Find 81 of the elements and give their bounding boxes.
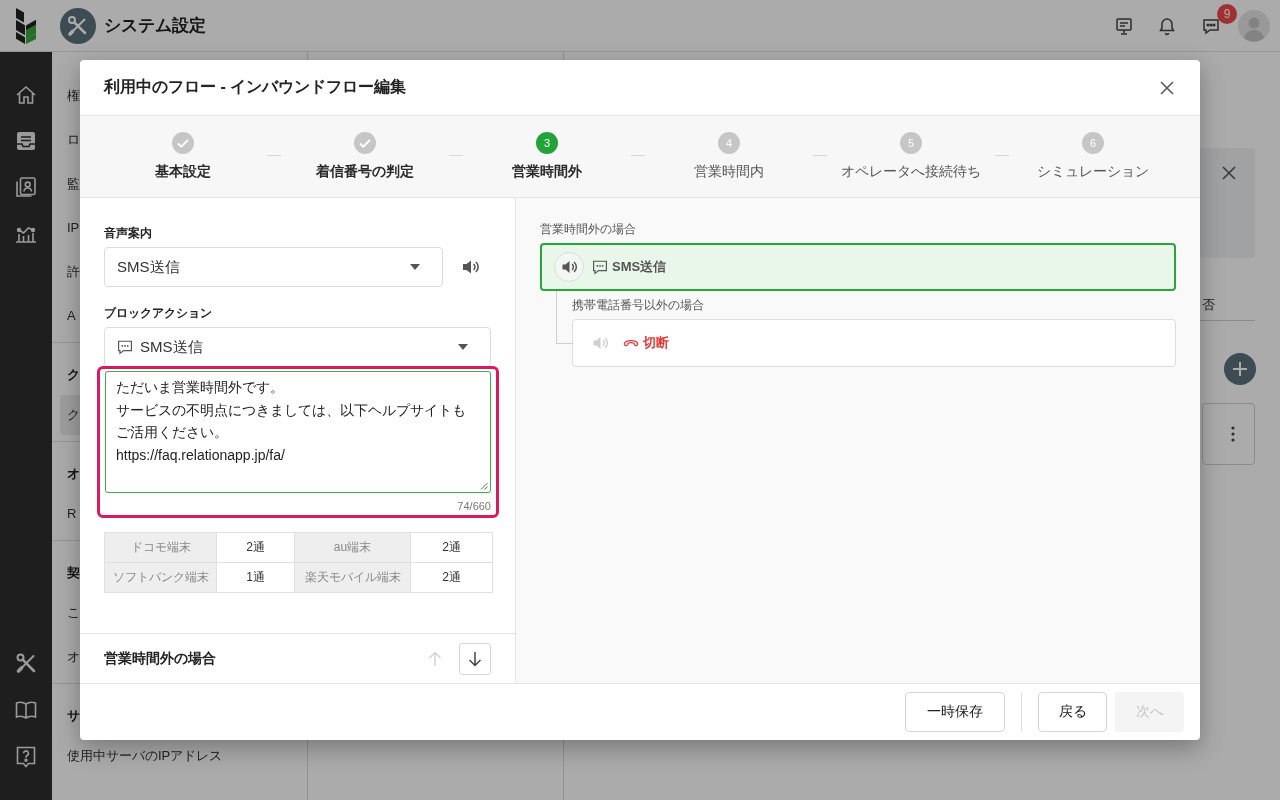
menu-item[interactable]: 使用中サーバのIPアドレス — [67, 747, 223, 765]
footer-button[interactable]: 戻る — [1038, 692, 1107, 732]
step-label: シミュレーション — [1037, 162, 1149, 181]
message-field[interactable]: ただいま営業時間外です。 サービスの不明点につきましては、以下ヘルプサイトもご活用ください。 https://faq.relationapp.jp/fa/ — [105, 371, 491, 493]
menu-item[interactable]: ク — [60, 395, 80, 435]
menu-item[interactable]: R — [67, 505, 77, 523]
section-title: 営業時間外の場合 — [104, 649, 216, 668]
close-button[interactable] — [1221, 165, 1237, 181]
node-label: SMS送信 — [612, 258, 667, 276]
tools-icon[interactable] — [14, 651, 38, 675]
menu-heading: 契 — [67, 564, 80, 582]
dialog-title: 利用中のフロー - インバウンドフロー編集 — [104, 77, 407, 97]
hang-up-icon — [623, 339, 639, 347]
branch-label: 営業時間外の場合 — [540, 221, 636, 238]
move-down-button[interactable] — [459, 642, 491, 675]
step-number: 4 — [718, 132, 740, 154]
menu-item[interactable]: 監 — [67, 175, 80, 193]
node-label: 切断 — [643, 334, 669, 352]
help-icon[interactable] — [14, 745, 38, 769]
page-title: システム設定 — [104, 15, 206, 37]
logo-icon — [14, 7, 38, 44]
menu-item[interactable]: 権 — [67, 87, 80, 105]
message-line: https://faq.relationapp.jp/fa/ — [116, 446, 285, 466]
tools-icon — [60, 7, 96, 44]
step-label: オペレータへ接続待ち — [841, 162, 981, 181]
menu-item[interactable]: オ — [67, 648, 80, 666]
menu-item[interactable]: こ — [67, 604, 80, 622]
chat-icon — [592, 259, 608, 275]
step-label: 営業時間内 — [694, 162, 764, 181]
resize-grip-icon[interactable] — [480, 482, 488, 490]
step-number: 3 — [536, 132, 558, 154]
table-cell: au端末 — [295, 533, 411, 563]
chat-icon — [117, 339, 133, 355]
caret-icon — [410, 264, 420, 270]
menu-heading: オ — [67, 465, 80, 483]
arrow-down-icon — [468, 650, 482, 667]
char-counter: 74/660 — [457, 499, 491, 514]
table-cell: 2通 — [217, 533, 295, 563]
menu-item[interactable]: ロ — [67, 131, 80, 149]
close-button[interactable] — [1160, 80, 1174, 95]
branch-label: 携帯電話番号以外の場合 — [572, 297, 704, 314]
table-cell: 2通 — [411, 533, 493, 563]
book-icon[interactable] — [14, 698, 38, 722]
menu-item[interactable]: 許 — [67, 263, 80, 281]
table-cell: 1通 — [217, 563, 295, 593]
action-select[interactable]: SMS送信 — [104, 327, 491, 367]
inbox-icon[interactable] — [14, 129, 38, 153]
field-label: ブロックアクション — [104, 305, 212, 322]
close-icon — [1160, 80, 1174, 95]
message-line: ただいま営業時間外です。 — [116, 378, 284, 397]
step-label: 営業時間外 — [512, 162, 582, 181]
table-cell: 楽天モバイル端末 — [295, 563, 411, 593]
flow-node[interactable]: 切断 — [572, 319, 1176, 367]
voice-select[interactable]: SMS送信 — [104, 247, 443, 287]
flow-node[interactable]: SMS送信 — [540, 243, 1176, 291]
menu-item[interactable]: A — [67, 307, 76, 325]
field-label: 音声案内 — [104, 225, 152, 242]
contacts-icon[interactable] — [14, 175, 38, 199]
speaker-icon — [554, 252, 584, 282]
menu-heading: サ — [67, 707, 80, 725]
play-button[interactable] — [462, 259, 480, 275]
kebab-menu-icon[interactable] — [1231, 426, 1235, 442]
board-icon[interactable] — [1114, 15, 1134, 36]
message-line: サービスの不明点につきましては、以下ヘルプサイトもご活用ください。 — [116, 400, 467, 443]
close-icon — [1221, 165, 1237, 181]
speaker-icon — [462, 259, 480, 275]
home-icon[interactable] — [14, 83, 38, 107]
step-label: 基本設定 — [155, 162, 211, 181]
menu-item[interactable]: IP — [67, 219, 80, 237]
menu-heading: ク — [67, 366, 80, 384]
table-cell: ソフトバンク端末 — [105, 563, 217, 593]
footer-button[interactable]: 一時保存 — [905, 692, 1005, 732]
bell-icon[interactable] — [1157, 15, 1177, 36]
arrow-up-icon — [428, 650, 442, 667]
step-label: 着信番号の判定 — [316, 162, 414, 181]
caret-icon — [458, 344, 468, 350]
tab[interactable]: 否 — [1202, 297, 1215, 312]
add-icon[interactable] — [1224, 353, 1256, 385]
notification-badge: 9 — [1217, 3, 1237, 24]
table-cell: 2通 — [411, 563, 493, 593]
table-cell: ドコモ端末 — [105, 533, 217, 563]
